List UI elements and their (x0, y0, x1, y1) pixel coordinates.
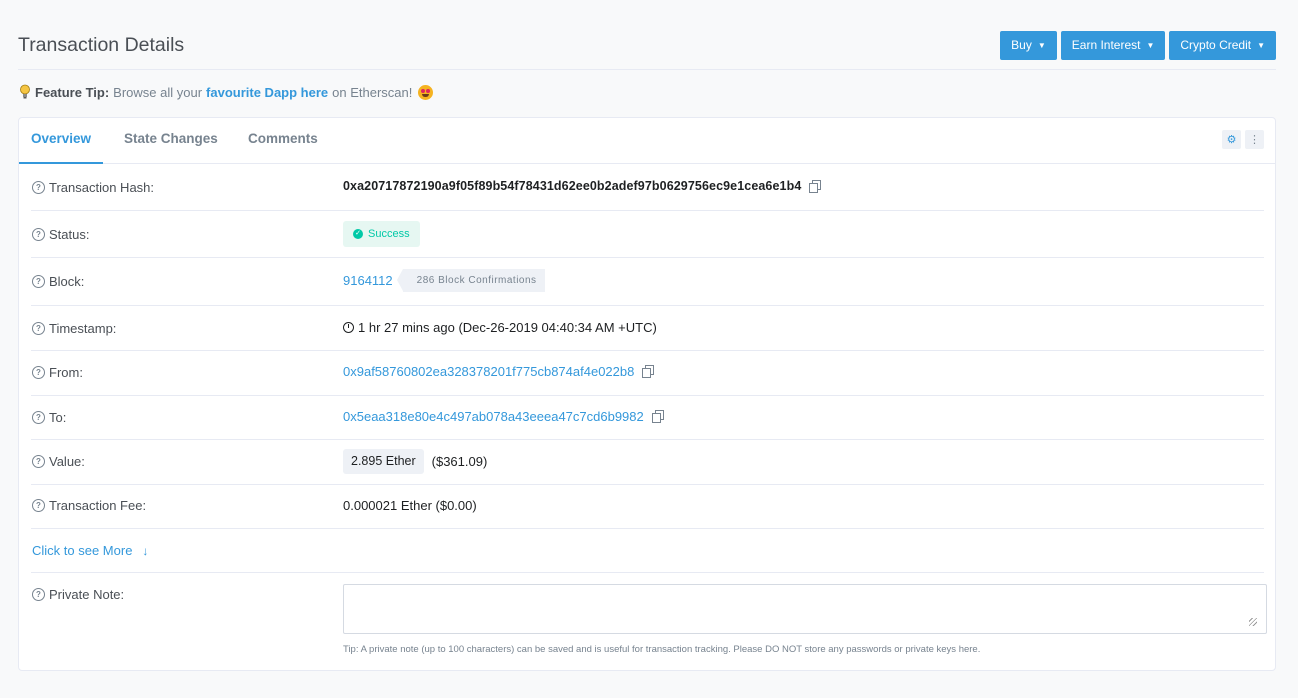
help-icon[interactable]: ? (32, 366, 45, 379)
help-icon[interactable]: ? (32, 275, 45, 288)
label-text: Timestamp: (49, 321, 117, 336)
help-icon[interactable]: ? (32, 588, 45, 601)
chevron-down-icon: ▼ (1037, 41, 1046, 50)
label-text: Transaction Hash: (49, 180, 155, 195)
clock-icon (343, 322, 354, 333)
label-text: From: (49, 365, 83, 380)
copy-icon[interactable] (642, 365, 655, 378)
header-button-group: Buy ▼ Earn Interest ▼ Crypto Credit ▼ (1000, 31, 1276, 60)
row-to: ? To: 0x5eaa318e80e4c497ab078a43eeea47c7… (31, 395, 1264, 440)
feature-tip-prefix: Feature Tip: (35, 84, 110, 100)
fee-text: 0.000021 Ether ($0.00) (343, 498, 477, 513)
chevron-down-icon: ▼ (1257, 41, 1265, 50)
top-strip (0, 0, 1298, 20)
label-value: ? Value: (32, 454, 85, 469)
value-transaction-hash: 0xa20717872190a9f05f89b54f78431d62ee0b2a… (343, 179, 822, 193)
crypto-credit-button-label: Crypto Credit (1180, 38, 1252, 52)
row-fee: ? Transaction Fee: 0.000021 Ether ($0.00… (31, 484, 1264, 529)
heart-eyes-emoji-icon (418, 84, 434, 100)
value-value: 2.895 Ether ($361.09) (343, 449, 487, 474)
buy-button[interactable]: Buy ▼ (1000, 31, 1057, 60)
transaction-hash: 0xa20717872190a9f05f89b54f78431d62ee0b2a… (343, 179, 802, 193)
usd-amount: ($361.09) (431, 454, 488, 469)
gear-icon[interactable]: ⚙ (1222, 130, 1241, 149)
feature-tip: Feature Tip: Browse all your favourite D… (19, 84, 434, 100)
tab-overview[interactable]: Overview (19, 118, 104, 164)
label-text: Value: (49, 454, 85, 469)
help-icon[interactable]: ? (32, 181, 45, 194)
label-text: Block: (49, 274, 85, 289)
earn-interest-button[interactable]: Earn Interest ▼ (1060, 31, 1166, 60)
from-address-link[interactable]: 0x9af58760802ea328378201f775cb874af4e022… (343, 364, 634, 379)
tab-bar: Overview State Changes Comments ⚙ ⋮ (19, 118, 1275, 164)
transaction-card: Overview State Changes Comments ⚙ ⋮ ? Tr… (18, 117, 1276, 671)
help-icon[interactable]: ? (32, 455, 45, 468)
timestamp-text: 1 hr 27 mins ago (Dec-26-2019 04:40:34 A… (358, 320, 657, 335)
see-more-link[interactable]: Click to see More ↓ (32, 543, 148, 558)
label-block: ? Block: (32, 274, 84, 289)
check-circle-icon: ✓ (353, 229, 363, 239)
ether-amount-badge: 2.895 Ether (343, 449, 424, 474)
block-confirmations-badge: 286 Block Confirmations (396, 269, 545, 292)
private-note-input[interactable] (343, 584, 1267, 634)
label-transaction-hash: ? Transaction Hash: (32, 180, 154, 195)
private-note-tip: Tip: A private note (up to 100 character… (343, 644, 981, 655)
chevron-down-icon: ▼ (1146, 41, 1155, 50)
help-icon[interactable]: ? (32, 322, 45, 335)
label-status: ? Status: (32, 227, 89, 242)
help-icon[interactable]: ? (32, 411, 45, 424)
feature-tip-text: Browse all your (113, 84, 203, 100)
value-to: 0x5eaa318e80e4c497ab078a43eeea47c7cd6b99… (343, 409, 664, 424)
block-number-link[interactable]: 9164112 (343, 273, 393, 288)
row-status: ? Status: ✓ Success (31, 210, 1264, 258)
tab-state-changes[interactable]: State Changes (124, 118, 218, 162)
status-text: Success (368, 228, 410, 240)
lightbulb-icon (20, 84, 30, 99)
help-icon[interactable]: ? (32, 499, 45, 512)
row-timestamp: ? Timestamp: 1 hr 27 mins ago (Dec-26-20… (31, 305, 1264, 351)
arrow-down-icon: ↓ (142, 543, 149, 558)
row-see-more: Click to see More ↓ (31, 528, 1264, 573)
value-status: ✓ Success (343, 221, 420, 247)
row-from: ? From: 0x9af58760802ea328378201f775cb87… (31, 350, 1264, 396)
page-title: Transaction Details (18, 34, 185, 56)
crypto-credit-button[interactable]: Crypto Credit ▼ (1169, 31, 1276, 60)
page-header: Transaction Details Buy ▼ Earn Interest … (18, 22, 1276, 70)
label-timestamp: ? Timestamp: (32, 321, 116, 336)
row-transaction-hash: ? Transaction Hash: 0xa20717872190a9f05f… (31, 164, 1264, 211)
label-text: Status: (49, 227, 90, 242)
copy-icon[interactable] (809, 179, 822, 193)
status-badge: ✓ Success (343, 221, 420, 247)
feature-tip-text-after: on Etherscan! (332, 84, 413, 100)
row-value: ? Value: 2.895 Ether ($361.09) (31, 439, 1264, 485)
row-private-note: ? Private Note: Tip: A private note (up … (31, 572, 1267, 668)
tab-comments[interactable]: Comments (248, 118, 318, 162)
earn-interest-button-label: Earn Interest (1071, 38, 1141, 52)
resize-grip-icon[interactable] (1249, 618, 1257, 626)
copy-icon[interactable] (651, 410, 664, 423)
label-private-note: ? Private Note: (32, 587, 124, 602)
card-tools: ⚙ ⋮ (1222, 130, 1264, 149)
label-to: ? To: (32, 410, 66, 425)
label-text: Transaction Fee: (49, 498, 147, 513)
favourite-dapp-link[interactable]: favourite Dapp here (206, 85, 328, 100)
label-from: ? From: (32, 365, 83, 380)
row-block: ? Block: 9164112 286 Block Confirmations (31, 257, 1264, 306)
value-fee: 0.000021 Ether ($0.00) (343, 498, 477, 513)
buy-button-label: Buy (1011, 38, 1032, 52)
more-vertical-icon[interactable]: ⋮ (1245, 130, 1264, 149)
value-from: 0x9af58760802ea328378201f775cb874af4e022… (343, 364, 655, 379)
to-address-link[interactable]: 0x5eaa318e80e4c497ab078a43eeea47c7cd6b99… (343, 409, 644, 424)
label-text: Private Note: (49, 587, 125, 602)
see-more-text: Click to see More (32, 543, 133, 558)
value-block: 9164112 286 Block Confirmations (343, 269, 545, 292)
label-fee: ? Transaction Fee: (32, 498, 146, 513)
value-timestamp: 1 hr 27 mins ago (Dec-26-2019 04:40:34 A… (343, 320, 657, 335)
label-text: To: (49, 410, 67, 425)
help-icon[interactable]: ? (32, 228, 45, 241)
